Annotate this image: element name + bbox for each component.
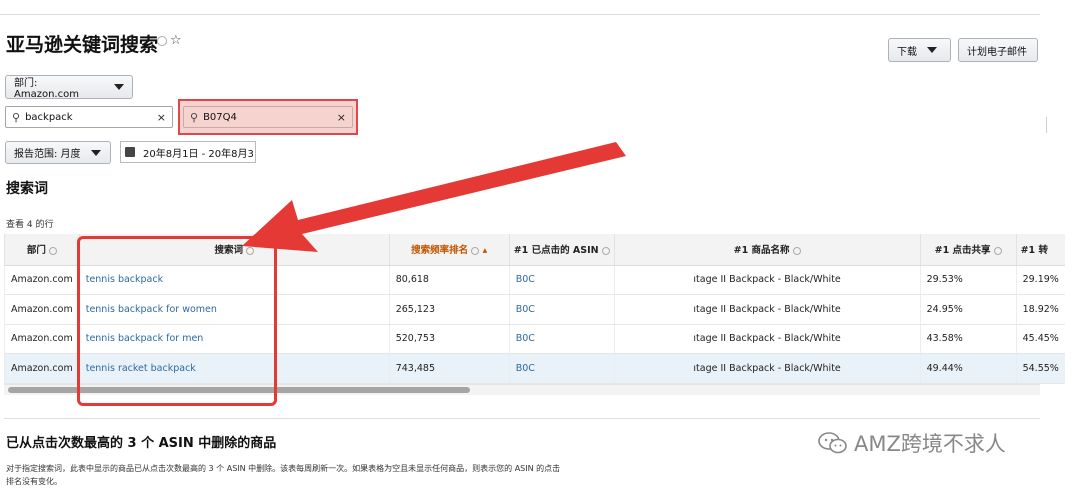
- section-divider: [4, 418, 1040, 419]
- watermark: AMZ跨境不求人: [818, 428, 1006, 458]
- removed-products-description: 对于指定搜索词，此表中显示的商品已从点击次数最高的 3 个 ASIN 中删除。该…: [6, 464, 561, 486]
- removed-products-title: 已从点击次数最高的 3 个 ASIN 中删除的商品: [6, 436, 277, 451]
- wechat-icon: [818, 432, 847, 454]
- edge-marker: [1046, 117, 1047, 133]
- watermark-text: AMZ跨境不求人: [854, 432, 1006, 456]
